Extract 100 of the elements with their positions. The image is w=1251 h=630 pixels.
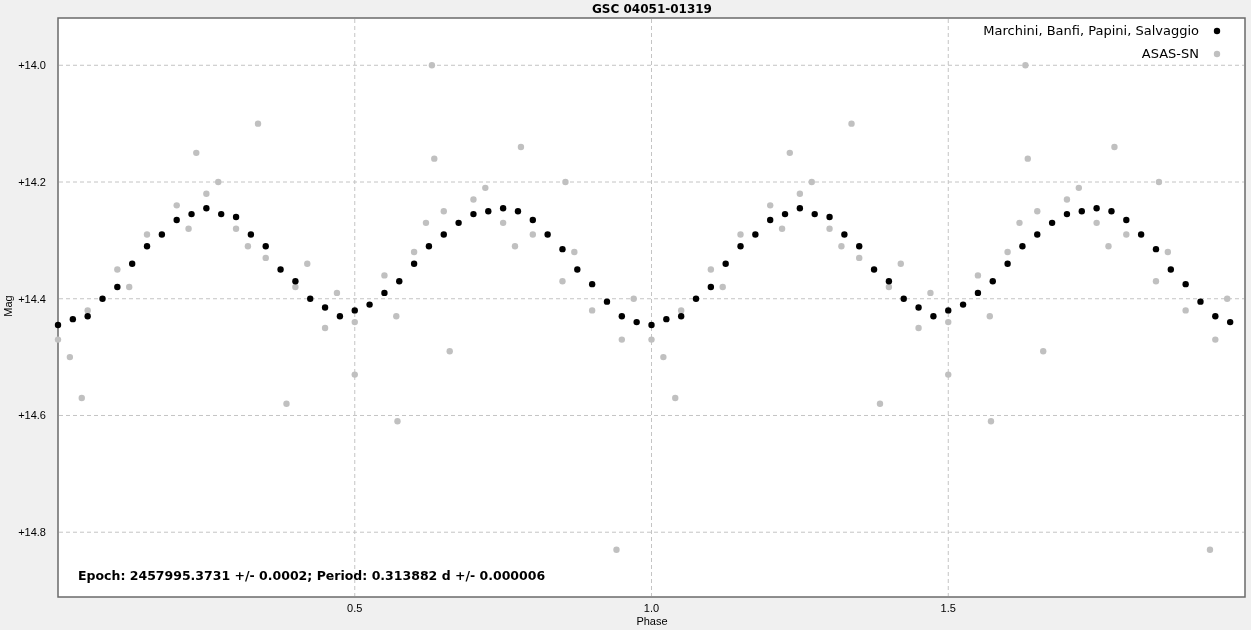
data-point [1040,348,1047,355]
data-point [393,313,400,320]
data-point [232,225,240,232]
data-point [707,283,715,291]
data-point [767,216,774,224]
data-point [173,216,180,224]
data-point [129,260,136,267]
data-point [856,254,863,262]
data-point [707,266,715,273]
data-point [188,210,195,218]
data-point [1164,248,1172,256]
data-point [781,210,789,218]
data-point [499,219,507,227]
data-point [470,210,477,218]
data-point [247,231,255,238]
data-point [574,266,581,273]
legend-label: Marchini, Banfi, Papini, Salvaggio [983,23,1199,38]
data-point [1078,208,1085,215]
data-point [588,280,596,288]
data-point [1024,155,1031,162]
data-point [517,143,525,151]
data-point [158,231,166,238]
data-point [99,295,106,302]
data-point [915,304,922,311]
data-point [54,336,62,343]
data-point [986,313,993,320]
data-point [366,301,373,308]
data-point [559,245,566,253]
data-point [396,278,403,285]
data-point [470,196,477,203]
data-point [927,289,934,297]
data-point [1152,278,1160,285]
data-point [1063,196,1071,203]
data-point [603,298,611,305]
data-point [185,225,192,232]
data-point [254,120,262,127]
data-point [114,283,121,291]
data-point [173,202,180,209]
data-point [428,62,436,69]
data-point [1048,219,1056,227]
data-point [1167,266,1174,273]
data-point [838,243,845,250]
data-point [1111,143,1118,151]
annotation-text: Epoch: 2457995.3731 +/- 0.0002; Period: 0.313882 d +/- 0.000006 [78,568,546,583]
data-point [796,190,804,197]
data-point [1182,307,1189,314]
data-point [1182,280,1189,288]
data-point [440,231,447,238]
data-point [870,266,878,273]
data-point [633,318,640,326]
data-point [974,289,982,297]
data-point [1034,208,1041,215]
data-point [422,219,430,227]
data-point [1108,208,1115,215]
data-point [752,231,759,238]
data-point [719,283,726,291]
data-point [1197,298,1204,305]
data-point [722,260,729,267]
data-point [410,260,418,267]
data-point [856,243,863,250]
data-point [425,243,433,250]
data-point [767,202,774,209]
data-point [559,278,566,285]
data-point [1063,210,1071,218]
data-point [485,208,492,215]
data-point [945,318,952,326]
data-point [1206,546,1214,553]
data-point [351,307,358,314]
data-point [66,353,74,361]
data-point [876,400,884,407]
data-point [203,190,210,197]
data-point [262,243,269,250]
data-point [1034,231,1041,238]
data-point [841,231,848,238]
axis-tick-label: 0.5 [347,602,363,614]
data-point [959,301,967,308]
data-point [778,225,786,232]
data-point [1212,313,1219,320]
data-point [796,205,804,212]
data-point [672,394,679,402]
data-point [283,400,290,407]
data-point [930,313,937,320]
data-point [648,321,655,329]
data-point [114,266,121,273]
data-point [307,295,314,302]
data-point [203,205,210,212]
data-point [915,324,922,332]
data-point [1123,216,1130,224]
data-point [660,353,667,361]
axis-tick-label: 1.5 [940,602,956,614]
data-point [692,295,700,302]
data-point [394,418,401,425]
data-point [455,219,462,227]
data-point [277,266,284,273]
data-point [1004,260,1011,267]
data-point [218,210,225,218]
data-point [618,313,626,320]
data-point [351,318,358,326]
data-point [431,155,438,162]
data-point [1016,219,1023,227]
